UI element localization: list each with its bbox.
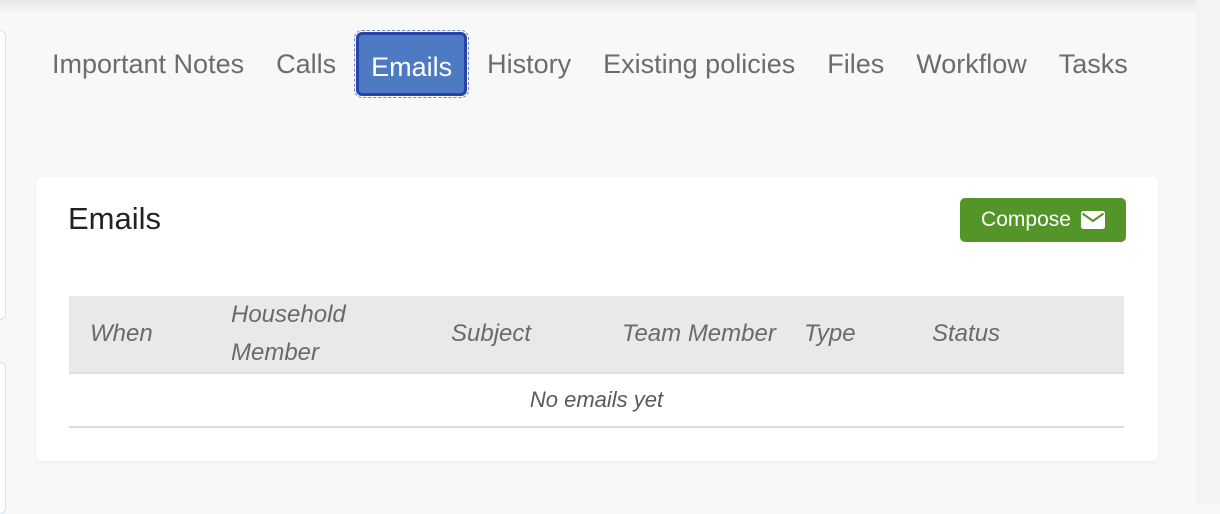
table-header-row: When Household Member Subject Team Membe…	[69, 296, 1124, 374]
tab-files[interactable]: Files	[811, 30, 900, 98]
compose-button[interactable]: Compose	[960, 198, 1126, 242]
tab-history[interactable]: History	[471, 30, 587, 98]
tab-bar: Important Notes Calls Emails History Exi…	[36, 30, 1146, 98]
card-title: Emails	[68, 201, 162, 236]
right-scroll-area	[1196, 0, 1220, 504]
tab-important-notes[interactable]: Important Notes	[36, 30, 260, 98]
left-panel-edge	[0, 30, 6, 320]
column-header-type[interactable]: Type	[783, 296, 911, 374]
column-header-when[interactable]: When	[69, 296, 210, 374]
tab-workflow[interactable]: Workflow	[900, 30, 1043, 98]
left-panel-edge-lower	[0, 362, 6, 514]
tab-tasks[interactable]: Tasks	[1043, 30, 1144, 98]
table-row: No emails yet	[69, 373, 1124, 428]
top-shadow	[0, 0, 1220, 14]
column-header-household-member[interactable]: Household Member	[210, 296, 430, 374]
empty-state-message: No emails yet	[69, 373, 1124, 428]
envelope-icon	[1080, 211, 1105, 229]
tab-existing-policies[interactable]: Existing policies	[587, 30, 811, 98]
emails-card: Emails Compose When Household Member Sub…	[36, 177, 1158, 461]
tab-calls[interactable]: Calls	[260, 30, 352, 98]
compose-button-label: Compose	[981, 208, 1071, 231]
column-header-team-member[interactable]: Team Member	[601, 296, 783, 374]
column-header-subject[interactable]: Subject	[430, 296, 601, 374]
column-header-status[interactable]: Status	[911, 296, 1124, 374]
tab-emails[interactable]: Emails	[354, 30, 470, 98]
emails-table: When Household Member Subject Team Membe…	[69, 296, 1124, 428]
